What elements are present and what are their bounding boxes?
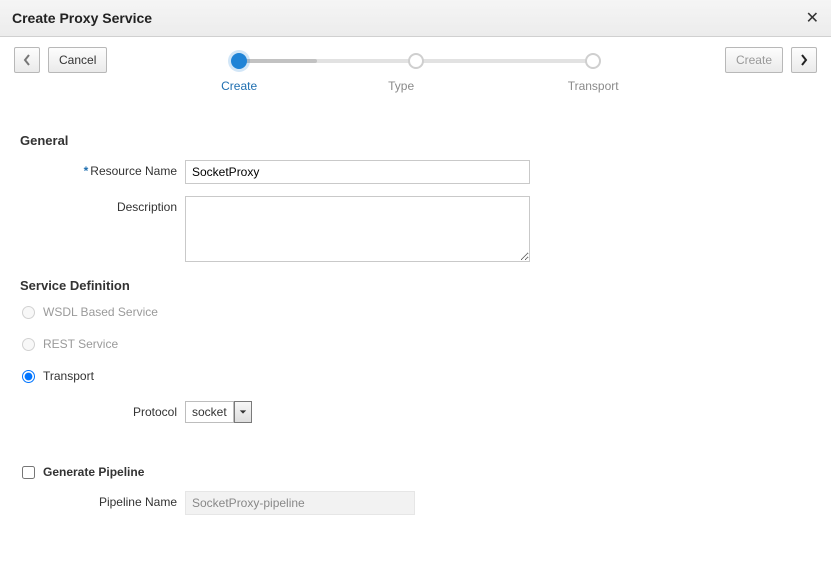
- back-button[interactable]: [14, 47, 40, 73]
- wizard-label-type: Type: [371, 79, 431, 93]
- radio-transport-label: Transport: [43, 369, 94, 383]
- resource-name-input[interactable]: [185, 160, 530, 184]
- content: General *Resource Name Description Servi…: [0, 73, 831, 547]
- dialog-header: Create Proxy Service ✕: [0, 0, 831, 37]
- close-icon[interactable]: ✕: [806, 8, 819, 28]
- row-generate-pipeline[interactable]: Generate Pipeline: [22, 465, 811, 479]
- toolbar: Cancel Create Type Transport Create: [0, 37, 831, 73]
- label-pipeline-name: Pipeline Name: [20, 491, 185, 509]
- chevron-left-icon: [23, 54, 31, 66]
- description-input[interactable]: [185, 196, 530, 262]
- wizard-node-create: [231, 53, 247, 69]
- wizard-label-transport: Transport: [563, 79, 623, 93]
- radio-wsdl-input: [22, 306, 35, 319]
- chevron-down-icon: [239, 408, 247, 416]
- radio-rest: REST Service: [22, 337, 811, 351]
- radio-rest-label: REST Service: [43, 337, 118, 351]
- wizard-node-type: [408, 53, 424, 69]
- toolbar-left: Cancel: [14, 47, 107, 73]
- protocol-dropdown-button[interactable]: [234, 401, 252, 423]
- row-resource-name: *Resource Name: [20, 160, 811, 184]
- pipeline-name-input: [185, 491, 415, 515]
- generate-pipeline-checkbox[interactable]: [22, 466, 35, 479]
- row-protocol: Protocol socket: [20, 401, 811, 423]
- radio-transport-input[interactable]: [22, 370, 35, 383]
- create-button[interactable]: Create: [725, 47, 783, 73]
- label-protocol: Protocol: [20, 401, 185, 419]
- section-service-def-title: Service Definition: [20, 278, 811, 293]
- wizard-node-transport: [585, 53, 601, 69]
- toolbar-right: Create: [725, 47, 817, 73]
- radio-transport[interactable]: Transport: [22, 369, 811, 383]
- label-description: Description: [20, 196, 185, 214]
- cancel-button[interactable]: Cancel: [48, 47, 107, 73]
- radio-rest-input: [22, 338, 35, 351]
- wizard-label-create: Create: [209, 79, 269, 93]
- generate-pipeline-label: Generate Pipeline: [43, 465, 144, 479]
- wizard-steps: Create Type Transport: [137, 47, 695, 73]
- chevron-right-icon: [800, 54, 808, 66]
- next-button[interactable]: [791, 47, 817, 73]
- row-description: Description: [20, 196, 811, 262]
- protocol-select[interactable]: socket: [185, 401, 252, 423]
- row-pipeline-name: Pipeline Name: [20, 491, 811, 515]
- radio-wsdl-label: WSDL Based Service: [43, 305, 158, 319]
- label-resource-name: *Resource Name: [20, 160, 185, 178]
- radio-wsdl: WSDL Based Service: [22, 305, 811, 319]
- section-general-title: General: [20, 133, 811, 148]
- dialog-title: Create Proxy Service: [12, 10, 152, 26]
- protocol-value: socket: [185, 401, 234, 423]
